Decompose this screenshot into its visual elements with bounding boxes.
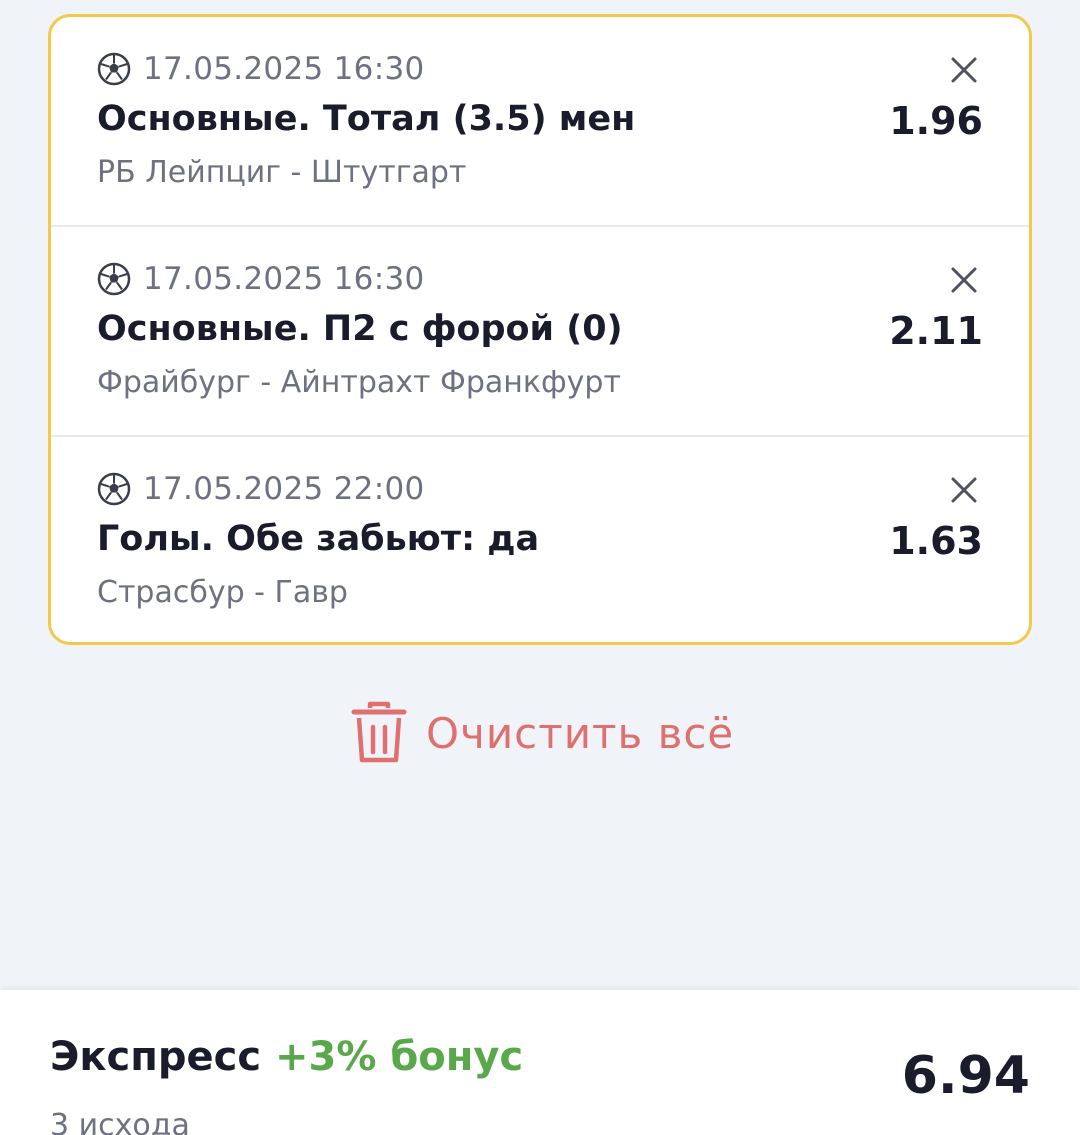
express-label: Экспресс [50, 1034, 262, 1080]
bet-datetime-text: 17.05.2025 22:00 [143, 471, 425, 507]
bet-market: Основные. Тотал (3.5) мен [97, 99, 636, 139]
bet-datetime-text: 17.05.2025 16:30 [143, 261, 425, 297]
bets-card: 17.05.2025 16:30 Основные. Тотал (3.5) м… [48, 14, 1032, 645]
close-icon[interactable] [949, 265, 979, 295]
clear-all-label: Очистить всё [426, 708, 735, 758]
bet-market: Голы. Обе забьют: да [97, 519, 540, 559]
bet-event: Фрайбург - Айнтрахт Франкфурт [97, 365, 621, 400]
close-icon[interactable] [949, 55, 979, 85]
bet-market: Основные. П2 с форой (0) [97, 309, 623, 349]
bet-datetime: 17.05.2025 16:30 [97, 261, 424, 297]
bet-slip: 17.05.2025 16:30 Основные. Тотал (3.5) м… [0, 0, 1080, 1135]
clear-all-button[interactable]: Очистить всё [350, 700, 734, 766]
bet-event: РБ Лейпциг - Штутгарт [97, 155, 467, 190]
soccer-ball-icon [97, 472, 131, 506]
soccer-ball-icon [97, 52, 131, 86]
bet-item: 17.05.2025 16:30 Основные. Тотал (3.5) м… [51, 17, 1029, 227]
bet-datetime: 17.05.2025 16:30 [97, 51, 424, 87]
bonus-label: +3% бонус [274, 1034, 524, 1080]
bet-odds: 1.96 [889, 99, 983, 143]
total-odds: 6.94 [901, 1046, 1030, 1106]
bet-odds: 2.11 [889, 309, 983, 353]
bet-item: 17.05.2025 16:30 Основные. П2 с форой (0… [51, 227, 1029, 437]
outcomes-count: 3 исхода [50, 1108, 190, 1135]
close-icon[interactable] [949, 475, 979, 505]
bet-datetime-text: 17.05.2025 16:30 [143, 51, 425, 87]
bet-item: 17.05.2025 22:00 Голы. Обе забьют: да Ст… [51, 437, 1029, 642]
bet-event: Страсбур - Гавр [97, 575, 348, 610]
bet-odds: 1.63 [889, 519, 983, 563]
bet-datetime: 17.05.2025 22:00 [97, 471, 424, 507]
soccer-ball-icon [97, 262, 131, 296]
express-summary-panel: Экспресс +3% бонус 3 исхода 6.94 [0, 990, 1080, 1135]
express-title: Экспресс +3% бонус [50, 1034, 523, 1080]
trash-icon [351, 701, 407, 763]
